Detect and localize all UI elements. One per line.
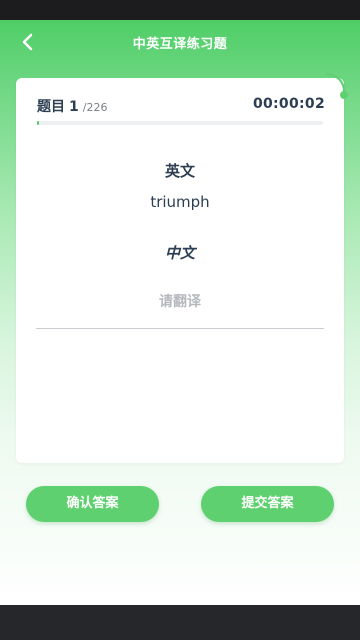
progress-fill xyxy=(37,121,39,125)
system-navigation-bar xyxy=(0,605,360,640)
question-card xyxy=(16,78,344,463)
question-label: 题目 xyxy=(37,99,65,115)
question-number: 1 xyxy=(69,99,79,115)
confirm-answer-button[interactable]: 确认答案 xyxy=(26,486,159,522)
translation-input[interactable] xyxy=(36,276,324,329)
english-word: triumph xyxy=(150,193,210,211)
progress-bar xyxy=(37,121,323,125)
question-total: /226 xyxy=(82,101,108,114)
status-bar xyxy=(0,0,360,20)
question-counter: 题目 1/226 xyxy=(37,96,107,116)
elapsed-timer: 00:00:02 xyxy=(252,96,325,112)
page-title: 中英互译练习题 xyxy=(132,37,228,52)
chinese-label: 中文 xyxy=(164,244,195,262)
submit-answer-button[interactable]: 提交答案 xyxy=(201,486,334,522)
navigation-bar: 中英互译练习题 xyxy=(0,22,360,62)
english-label: 英文 xyxy=(164,162,195,180)
